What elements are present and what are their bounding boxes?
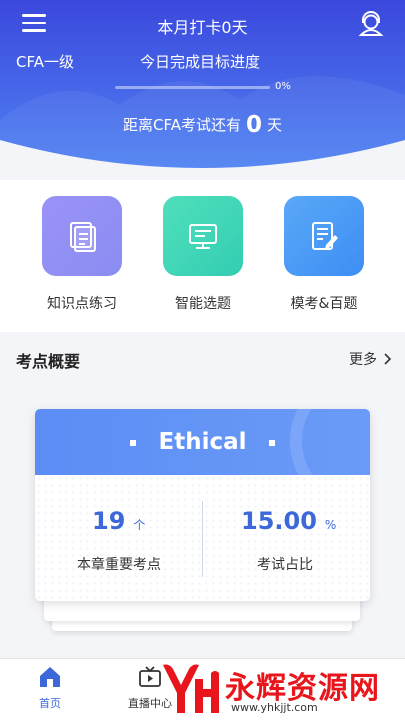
chapter-card[interactable]: Ethical 19 个 本章重要考点 15.00% 考试占比: [35, 409, 370, 601]
goal-progress-label: 今日完成目标进度: [140, 53, 261, 71]
quick-actions: 知识点练习 智能选题 模考&百题: [0, 180, 405, 332]
key-points-count: 19 个: [92, 507, 146, 535]
watermark: 永辉资源网 www.yhkjjt.com: [155, 657, 405, 720]
goal-progress-percent: 0%: [275, 81, 291, 92]
tab-home[interactable]: 首页: [10, 665, 90, 711]
watermark-url: www.yhkjjt.com: [231, 701, 318, 714]
countdown-prefix: 距离CFA考试还有: [122, 116, 241, 134]
countdown-days: 0: [245, 112, 262, 138]
knowledge-practice-button[interactable]: [42, 196, 122, 276]
home-icon: [40, 667, 60, 687]
header-banner: 本月打卡0天 CFA一级 今日完成目标进度 0% 距离CFA考试还有 0 天: [0, 0, 405, 180]
yh-logo: [163, 664, 219, 713]
mock-exam-button[interactable]: [284, 196, 364, 276]
mock-exam-label: 模考&百题: [290, 296, 358, 312]
more-link[interactable]: 更多: [349, 349, 392, 369]
exam-countdown: 距离CFA考试还有 0 天: [0, 112, 405, 138]
tab-home-label: 首页: [39, 697, 61, 710]
exam-weight-value: 15.00%: [241, 507, 337, 535]
more-link-label: 更多: [349, 352, 377, 368]
smart-select-button[interactable]: [163, 196, 243, 276]
smart-select-label: 智能选题: [175, 296, 231, 312]
chevron-right-icon: [384, 353, 392, 365]
key-points-label: 本章重要考点: [77, 557, 161, 573]
document-stack-icon: [70, 222, 96, 252]
chapter-title: Ethical: [35, 429, 370, 455]
countdown-suffix: 天: [267, 116, 283, 134]
goal-progress-bar: [115, 86, 270, 89]
page-title: 本月打卡0天: [157, 18, 248, 37]
monitor-icon: [189, 224, 217, 249]
chapter-card-header: Ethical: [35, 409, 370, 475]
customer-service-icon[interactable]: [358, 11, 384, 37]
exam-weight-label: 考试占比: [257, 557, 313, 573]
section-title-overview: 考点概要: [16, 352, 81, 371]
stats-divider: [202, 501, 203, 577]
knowledge-practice-label: 知识点练习: [47, 296, 117, 312]
exam-level-selector[interactable]: CFA一级: [16, 51, 74, 72]
exam-edit-icon: [312, 222, 338, 250]
